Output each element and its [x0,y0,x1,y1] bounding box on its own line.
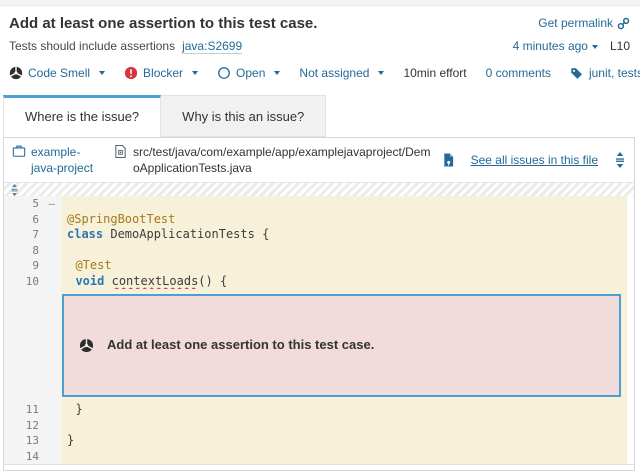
status-label: Open [236,66,265,80]
fold-indicator: – [48,196,55,212]
code-text [61,196,67,210]
expand-block-above[interactable] [4,183,634,196]
project-icon [12,144,26,176]
chevron-down-icon [592,45,598,49]
code-row: 5– [4,196,627,212]
code-row: 14 [4,449,627,465]
code-row: 8 [4,243,627,259]
severity-label: Blocker [143,66,183,80]
assignee-label: Not assigned [299,66,369,80]
blocker-icon [124,66,138,80]
code-text: @SpringBootTest [61,212,175,226]
test-file-icon [114,144,127,176]
code-line: void contextLoads() { [61,274,627,290]
tab-why-is-this-an-issue[interactable]: Why is this an issue? [161,95,326,137]
code-line [61,196,627,212]
code-snippet-panel: example-java-project src/test/java/com/e… [3,137,635,471]
file-path: src/test/java/com/example/app/examplejav… [114,144,432,176]
issue-title: Add at least one assertion to this test … [9,15,317,32]
issue-cell: Add at least one assertion to this test … [61,289,627,402]
code-smell-icon [79,307,94,384]
code-text: class DemoApplicationTests { [61,227,269,241]
code-row: 10 void contextLoads() { [4,274,627,290]
chevron-down-icon [192,71,198,75]
issue-subheader: Tests should include assertions java:S269… [0,32,640,53]
pin-file-button[interactable] [442,152,455,168]
assignee-dropdown[interactable]: Not assigned [299,66,384,80]
permalink-icon [617,17,630,30]
rule-summary: Tests should include assertions java:S269… [9,39,242,53]
line-number[interactable] [4,289,61,402]
issue-type-label: Code Smell [28,66,90,80]
code-lines: 5–6@SpringBootTest7class DemoApplication… [4,196,627,464]
issue-header: Add at least one assertion to this test … [0,6,640,32]
code-row: 9 @Test [4,258,627,274]
code-line [61,243,627,259]
code-row: 12 [4,418,627,434]
rule-description: Tests should include assertions [9,39,175,53]
code-line: @SpringBootTest [61,212,627,228]
issue-tabs: Where is the issue? Why is this an issue… [3,95,640,137]
line-number[interactable]: 14 [4,449,61,465]
tab-where-is-the-issue[interactable]: Where is the issue? [3,95,161,137]
line-number[interactable]: 9 [4,258,61,274]
get-permalink-link[interactable]: Get permalink [538,16,630,30]
severity-dropdown[interactable]: Blocker [124,66,198,80]
open-status-icon [217,66,231,80]
code-row: 7class DemoApplicationTests { [4,227,627,243]
code-line: } [61,402,627,418]
line-number[interactable]: 8 [4,243,61,259]
comments-link[interactable]: 0 comments [486,66,551,80]
see-all-issues-link[interactable]: See all issues in this file [471,153,598,167]
issue-line-ref: L10 [610,39,630,53]
code-smell-icon [9,66,23,80]
code-row: 6@SpringBootTest [4,212,627,228]
rule-key-link[interactable]: java:S2699 [182,39,242,54]
project-name: example-java-project [31,144,104,176]
expand-lines-icon [10,184,19,196]
code-line: class DemoApplicationTests { [61,227,627,243]
issue-age-dropdown[interactable]: 4 minutes ago [513,39,598,53]
code-row: 11 } [4,402,627,418]
code-row: Add at least one assertion to this test … [4,289,627,402]
line-number[interactable]: 11 [4,402,61,418]
code-line: @Test [61,258,627,274]
code-bottom-edge [4,464,634,470]
status-dropdown[interactable]: Open [217,66,280,80]
issue-message: Add at least one assertion to this test … [107,337,374,354]
chevron-down-icon [274,71,280,75]
chevron-down-icon [99,71,105,75]
issue-message-box[interactable]: Add at least one assertion to this test … [62,294,621,397]
line-number[interactable]: 5– [4,196,61,212]
code-text: @Test [61,258,112,272]
issue-toolbar: Code Smell Blocker Open Not assigned 10m… [0,53,640,80]
line-number[interactable]: 12 [4,418,61,434]
code-line [61,449,627,465]
code-text [61,243,67,257]
tag-icon [570,66,584,80]
code-text: void contextLoads() { [61,274,227,288]
code-text [61,449,67,463]
file-header: example-java-project src/test/java/com/e… [4,138,634,183]
code-text [61,418,67,432]
effort-text: 10min effort [403,66,466,80]
line-number[interactable]: 6 [4,212,61,228]
permalink-label: Get permalink [538,16,613,30]
line-number[interactable]: 10 [4,274,61,290]
chevron-down-icon [378,71,384,75]
issue-meta: 4 minutes ago L10 [513,39,630,53]
tags-dropdown[interactable]: junit, tests [570,66,640,80]
issue-type-dropdown[interactable]: Code Smell [9,66,105,80]
code-text: } [61,433,74,447]
code-line [61,418,627,434]
code-text: } [61,402,83,416]
tags-label: junit, tests [589,66,640,80]
expand-lines-icon[interactable] [614,152,626,168]
project-link[interactable]: example-java-project [12,144,104,176]
line-number[interactable]: 7 [4,227,61,243]
file-path-text: src/test/java/com/example/app/examplejav… [133,144,432,176]
